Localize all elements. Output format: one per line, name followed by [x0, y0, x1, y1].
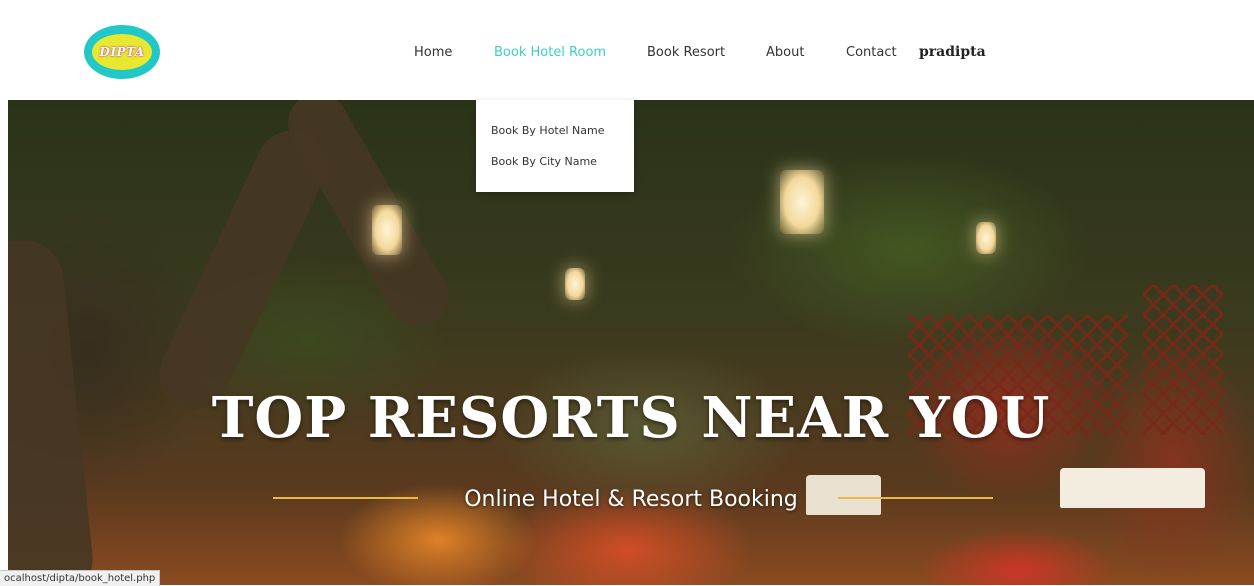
logo[interactable]: DIPTA — [84, 25, 160, 79]
nav-about[interactable]: About — [766, 45, 804, 60]
book-hotel-dropdown-menu: Book By Hotel Name Book By City Name — [476, 100, 634, 192]
browser-status-bar: ocalhost/dipta/book_hotel.php — [0, 570, 161, 586]
lantern-icon — [976, 222, 996, 254]
site-header: DIPTA Home Book Hotel Room Book Resort A… — [0, 0, 1254, 100]
dropdown-item-book-by-hotel-name[interactable]: Book By Hotel Name — [491, 124, 605, 137]
hero-divider-right — [838, 497, 993, 499]
dropdown-item-book-by-city-name[interactable]: Book By City Name — [491, 155, 597, 168]
lantern-icon — [372, 205, 402, 255]
nav-home[interactable]: Home — [414, 45, 452, 60]
hero-subtitle: Online Hotel & Resort Booking — [464, 487, 798, 512]
nav-book-resort[interactable]: Book Resort — [647, 45, 725, 60]
logo-text: DIPTA — [99, 45, 145, 59]
logo-badge: DIPTA — [92, 34, 152, 70]
hero-title: TOP RESORTS NEAR YOU — [211, 385, 1051, 451]
nav-contact[interactable]: Contact — [846, 45, 897, 60]
lantern-icon — [565, 268, 585, 300]
user-name[interactable]: pradipta — [919, 44, 986, 60]
nav-book-hotel-room[interactable]: Book Hotel Room — [494, 45, 606, 60]
lantern-icon — [780, 170, 824, 234]
